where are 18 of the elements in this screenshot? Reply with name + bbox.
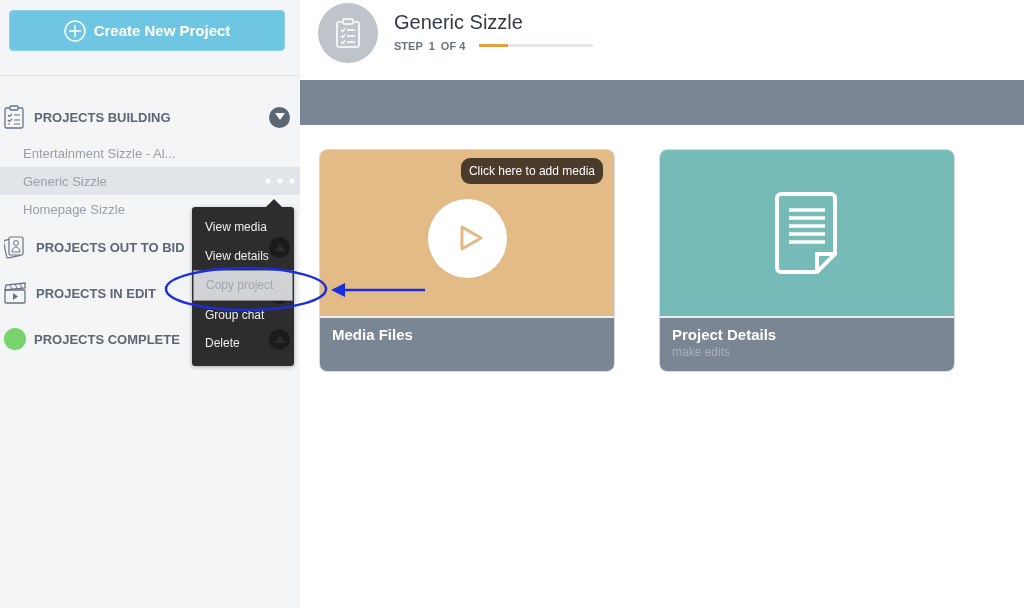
create-project-button[interactable]: Create New Project xyxy=(9,10,285,51)
tooltip: Click here to add media xyxy=(460,158,603,184)
project-title: Generic Sizzle xyxy=(394,10,524,34)
menu-item[interactable]: View details xyxy=(193,241,293,270)
section-title: PROJECTS IN EDIT xyxy=(36,285,156,301)
card-title: Media Files xyxy=(332,326,414,343)
menu-item[interactable]: View media xyxy=(193,213,293,242)
card[interactable]: Click here to add media Media Files xyxy=(319,149,615,372)
section-title: PROJECTS COMPLETE xyxy=(34,331,180,347)
card-title: Project Details xyxy=(672,326,778,343)
section-title: PROJECTS BUILDING xyxy=(34,109,171,125)
section-title: PROJECTS OUT TO BID xyxy=(36,239,185,255)
step-label: STEP 1 OF 4 xyxy=(394,39,466,52)
menu-item[interactable]: Group chat xyxy=(193,300,293,329)
project-item[interactable]: Homepage Sizzle xyxy=(0,195,125,223)
menu-item[interactable]: Delete xyxy=(193,329,293,358)
project-item[interactable]: Generic Sizzle xyxy=(0,167,300,195)
project-item[interactable]: Entertainment Sizzle - Al... xyxy=(0,139,176,167)
